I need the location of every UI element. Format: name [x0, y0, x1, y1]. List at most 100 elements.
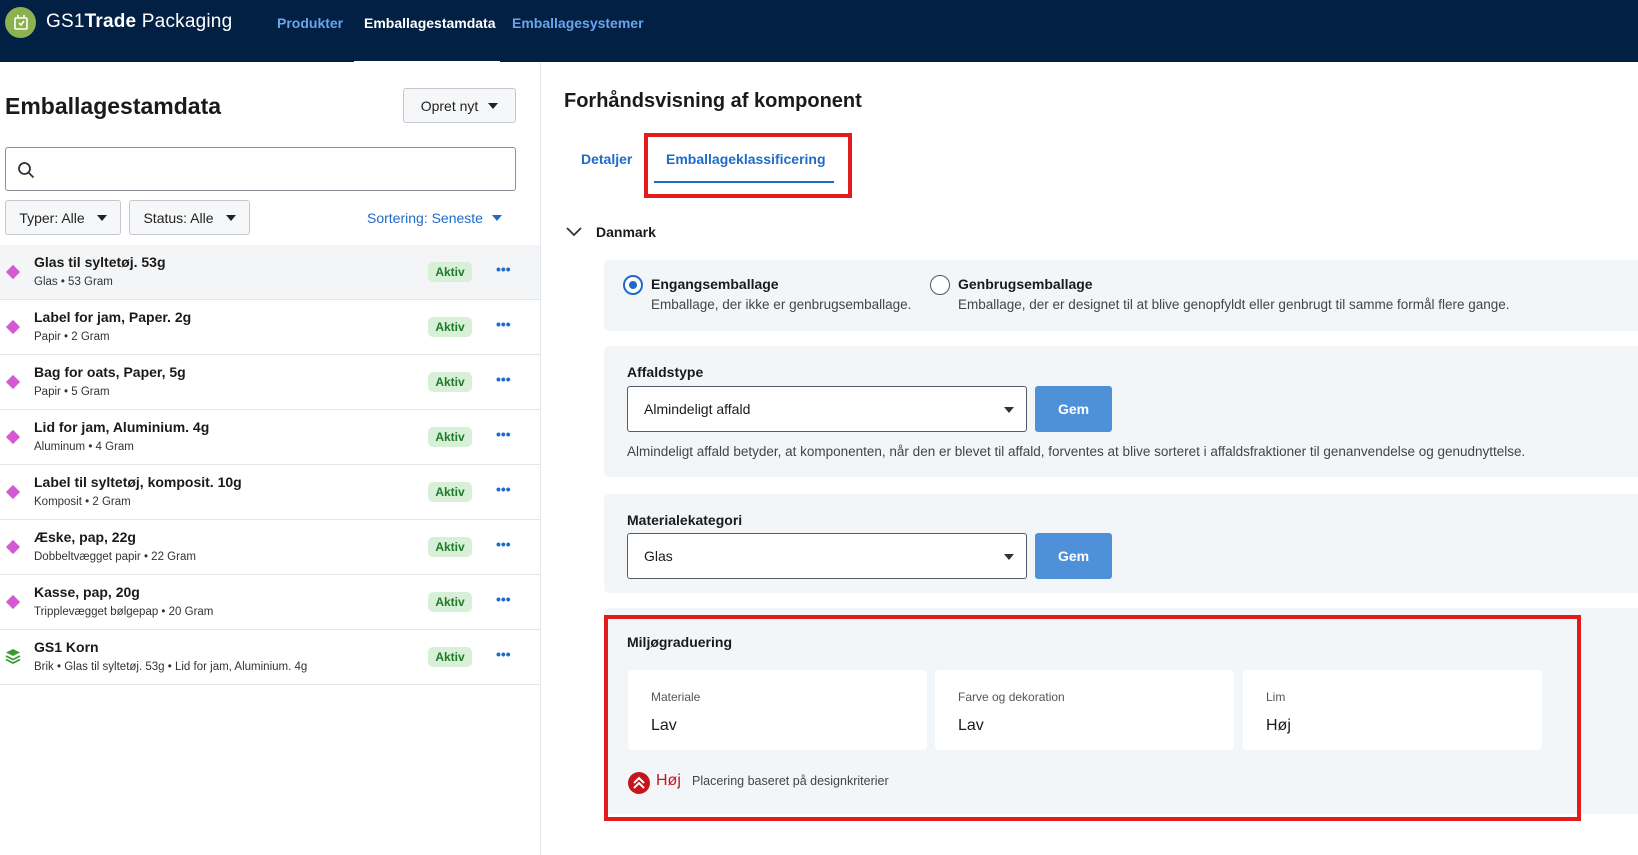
list-item-subtitle: Papir • 2 Gram: [34, 331, 110, 343]
list-item-name: Label til syltetøj, komposit. 10g: [34, 474, 242, 490]
caret-down-icon: [1004, 554, 1014, 560]
status-badge: Aktiv: [428, 427, 472, 447]
diamond-icon: [5, 429, 21, 445]
status-badge: Aktiv: [428, 372, 472, 392]
status-badge: Aktiv: [428, 262, 472, 282]
diamond-icon: [5, 374, 21, 390]
filter-status-button[interactable]: Status: Alle: [129, 200, 250, 235]
caret-down-icon: [96, 214, 107, 221]
section-title: Danmark: [596, 224, 656, 240]
left-panel: Emballagestamdata Opret nyt Typer: Alle …: [0, 62, 541, 855]
list-item[interactable]: Bag for oats, Paper, 5g Papir • 5 Gram Akt…: [0, 355, 540, 410]
list-item-subtitle: Tripplevægget bølgepap • 20 Gram: [34, 606, 214, 618]
waste-type-help: Almindeligt affald betyder, at komponent…: [627, 444, 1526, 459]
caret-down-icon: [488, 102, 499, 109]
diamond-icon: [5, 594, 21, 610]
list-item-name: Kasse, pap, 20g: [34, 584, 140, 600]
caret-down-icon: [491, 215, 502, 221]
filter-status-label: Status: Alle: [143, 209, 214, 226]
more-options-icon[interactable]: •••: [496, 261, 511, 277]
brand-bold: Trade: [84, 11, 137, 32]
radio-desc-engangsemballage: Emballage, der ikke er genbrugsemballage…: [651, 297, 912, 312]
more-options-icon[interactable]: •••: [496, 371, 511, 387]
list-item-subtitle: Papir • 5 Gram: [34, 386, 110, 398]
filter-types-button[interactable]: Typer: Alle: [5, 200, 121, 235]
list-item-name: GS1 Korn: [34, 639, 99, 655]
material-category-select[interactable]: Glas: [627, 533, 1027, 579]
radio-engangsemballage[interactable]: [623, 275, 643, 295]
packaging-type-card: Engangsemballage Emballage, der ikke er …: [604, 260, 1638, 331]
status-badge: Aktiv: [428, 317, 472, 337]
radio-title-genbrugsemballage: Genbrugsemballage: [958, 276, 1093, 292]
sort-label: Sortering: Seneste: [367, 210, 483, 226]
more-options-icon[interactable]: •••: [496, 591, 511, 607]
list-item-subtitle: Brik • Glas til syltetøj. 53g • Lid for …: [34, 661, 308, 673]
app-brand[interactable]: GS1Trade Packaging: [46, 11, 232, 33]
chevron-down-icon: [566, 227, 582, 237]
highlight-box-tab: [644, 133, 852, 198]
caret-down-icon: [1004, 407, 1014, 413]
brand-suffix: Packaging: [136, 11, 233, 32]
status-badge: Aktiv: [428, 647, 472, 667]
diamond-icon: [5, 484, 21, 500]
list-item-name: Label for jam, Paper. 2g: [34, 309, 192, 325]
section-toggle-danmark[interactable]: Danmark: [566, 224, 656, 240]
layers-icon: [5, 648, 21, 665]
waste-type-value: Almindeligt affald: [644, 401, 751, 417]
nav-produkter[interactable]: Produkter: [277, 15, 343, 31]
list-item-subtitle: Dobbeltvægget papir • 22 Gram: [34, 551, 196, 563]
nav-emballagesystemer[interactable]: Emballagesystemer: [512, 15, 644, 31]
list-item-subtitle: Glas • 53 Gram: [34, 276, 113, 288]
more-options-icon[interactable]: •••: [496, 316, 511, 332]
list-item[interactable]: Label for jam, Paper. 2g Papir • 2 Gram Ak…: [0, 300, 540, 355]
list-item-name: Glas til syltetøj. 53g: [34, 254, 166, 270]
nav-emballagestamdata[interactable]: Emballagestamdata: [364, 15, 496, 31]
search-icon: [18, 162, 35, 179]
create-new-button[interactable]: Opret nyt: [403, 88, 516, 123]
status-badge: Aktiv: [428, 537, 472, 557]
tab-detaljer[interactable]: Detaljer: [581, 151, 632, 167]
packaging-list: Glas til syltetøj. 53g Glas • 53 Gram Akti…: [0, 245, 540, 685]
diamond-icon: [5, 264, 21, 280]
save-material-category-button[interactable]: Gem: [1035, 533, 1112, 579]
list-item-name: Bag for oats, Paper, 5g: [34, 364, 186, 380]
gs1-logo-icon[interactable]: [5, 7, 36, 38]
list-item-name: Æske, pap, 22g: [34, 529, 136, 545]
material-category-label: Materialekategori: [627, 512, 743, 528]
brand-prefix: GS1: [46, 11, 85, 32]
preview-title: Forhåndsvisning af komponent: [564, 90, 862, 112]
list-item[interactable]: Kasse, pap, 20g Tripplevægget bølgepap • …: [0, 575, 540, 630]
page-title: Emballagestamdata: [5, 93, 222, 119]
highlight-box-grading: [604, 615, 1581, 821]
status-badge: Aktiv: [428, 482, 472, 502]
caret-down-icon: [225, 214, 236, 221]
search-input[interactable]: [5, 147, 516, 191]
more-options-icon[interactable]: •••: [496, 646, 511, 662]
radio-desc-genbrugsemballage: Emballage, der er designet til at blive …: [958, 297, 1510, 312]
save-waste-type-button[interactable]: Gem: [1035, 386, 1112, 432]
radio-genbrugsemballage[interactable]: [930, 275, 950, 295]
waste-type-select[interactable]: Almindeligt affald: [627, 386, 1027, 432]
sort-dropdown[interactable]: Sortering: Seneste: [367, 210, 502, 226]
list-item-subtitle: Aluminum • 4 Gram: [34, 441, 134, 453]
waste-type-label: Affaldstype: [627, 364, 704, 380]
diamond-icon: [5, 319, 21, 335]
list-item-name: Lid for jam, Aluminium. 4g: [34, 419, 210, 435]
material-category-value: Glas: [644, 548, 673, 564]
list-item[interactable]: Æske, pap, 22g Dobbeltvægget papir • 22 G…: [0, 520, 540, 575]
waste-type-card: Affaldstype Almindeligt affald Gem Almin…: [604, 346, 1638, 477]
diamond-icon: [5, 539, 21, 555]
list-item[interactable]: GS1 Korn Brik • Glas til syltetøj. 53g • …: [0, 630, 540, 685]
filter-types-label: Typer: Alle: [19, 209, 85, 226]
top-navigation: GS1Trade Packaging Produkter Emballagest…: [0, 0, 1638, 64]
more-options-icon[interactable]: •••: [496, 481, 511, 497]
list-item-subtitle: Komposit • 2 Gram: [34, 496, 131, 508]
list-item[interactable]: Lid for jam, Aluminium. 4g Aluminum • 4 G…: [0, 410, 540, 465]
more-options-icon[interactable]: •••: [496, 536, 511, 552]
create-new-label: Opret nyt: [420, 97, 479, 114]
material-category-card: Materialekategori Glas Gem: [604, 494, 1638, 593]
list-item[interactable]: Glas til syltetøj. 53g Glas • 53 Gram Akti…: [0, 245, 540, 300]
radio-title-engangsemballage: Engangsemballage: [651, 276, 779, 292]
more-options-icon[interactable]: •••: [496, 426, 511, 442]
list-item[interactable]: Label til syltetøj, komposit. 10g Komposi…: [0, 465, 540, 520]
